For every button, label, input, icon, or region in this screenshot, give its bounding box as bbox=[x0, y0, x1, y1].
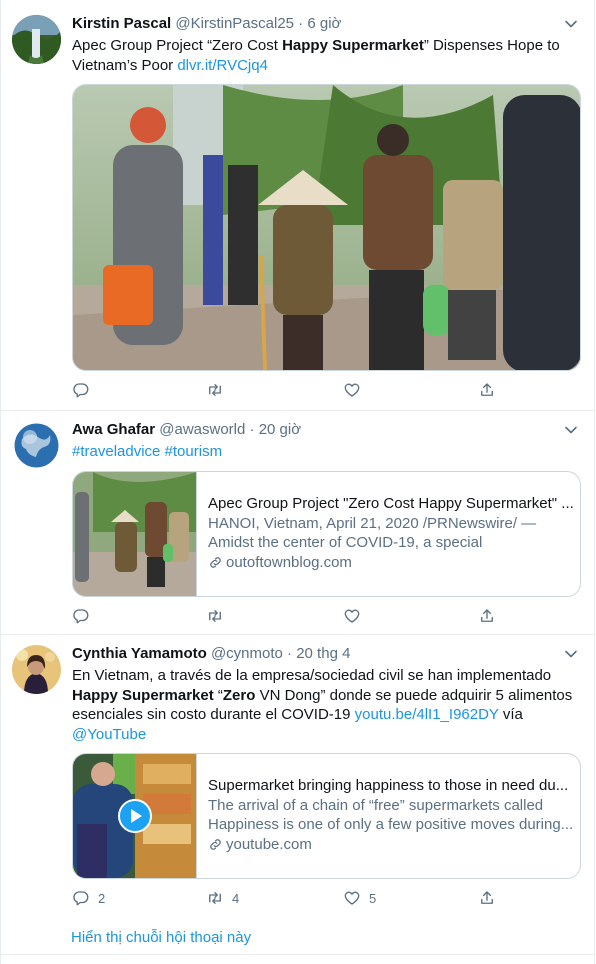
tweet-awa[interactable]: Awa Ghafar @awasworld · 20 giờ #travelad… bbox=[1, 411, 594, 635]
author-name[interactable]: Cynthia Yamamoto bbox=[72, 645, 207, 662]
avatar[interactable] bbox=[12, 421, 61, 470]
tweet-time[interactable]: 20 thg 4 bbox=[296, 645, 350, 662]
tweet-text-line: Happy Supermarket “Zero VN Dong” donde s… bbox=[72, 686, 587, 706]
retweet-button[interactable] bbox=[206, 380, 224, 400]
link-card[interactable]: Supermarket bringing happiness to those … bbox=[72, 753, 581, 879]
card-domain-text: youtube.com bbox=[226, 835, 312, 853]
avatar[interactable] bbox=[12, 645, 61, 694]
link-card[interactable]: Apec Group Project "Zero Cost Happy Supe… bbox=[72, 471, 581, 597]
like-count: 5 bbox=[369, 890, 377, 906]
share-button[interactable] bbox=[478, 606, 496, 626]
tweet-text-part: VN Dong” donde se puede adquirir 5 alime… bbox=[255, 686, 573, 704]
author-handle[interactable]: @awasworld bbox=[159, 421, 245, 438]
share-button[interactable] bbox=[478, 380, 496, 400]
tweet-text: En Vietnam, a través de la empresa/socie… bbox=[72, 666, 587, 744]
card-title: Apec Group Project "Zero Cost Happy Supe… bbox=[208, 495, 574, 512]
share-button[interactable] bbox=[478, 888, 496, 908]
reply-button[interactable] bbox=[72, 606, 90, 626]
tweet-link[interactable]: youtu.be/4lI1_I962DY bbox=[355, 706, 499, 723]
reply-icon bbox=[73, 609, 89, 624]
card-title: Supermarket bringing happiness to those … bbox=[208, 777, 569, 794]
like-button[interactable] bbox=[343, 606, 361, 626]
tweet-text-bold: Zero bbox=[222, 686, 256, 704]
reply-icon bbox=[73, 891, 89, 906]
tweet-header: Kirstin Pascal @KirstinPascal25 · 6 giờ bbox=[72, 14, 341, 34]
divider bbox=[1, 954, 594, 955]
share-icon bbox=[481, 609, 493, 622]
tweet-text-part: “ bbox=[213, 686, 223, 704]
retweet-button[interactable] bbox=[206, 606, 224, 626]
tweet-text-part: vía bbox=[498, 706, 523, 723]
retweet-icon bbox=[209, 610, 221, 622]
card-description: HANOI, Vietnam, April 21, 2020 /PRNewswi… bbox=[208, 514, 537, 552]
reply-count: 2 bbox=[98, 890, 106, 906]
tweet-text-line: En Vietnam, a través de la empresa/socie… bbox=[72, 667, 552, 684]
timeline: Kirstin Pascal @KirstinPascal25 · 6 giờ … bbox=[0, 0, 596, 964]
tweet-time[interactable]: 20 giờ bbox=[259, 421, 301, 438]
card-domain: outoftownblog.com bbox=[208, 553, 574, 573]
hashtags[interactable]: #traveladvice #tourism bbox=[72, 443, 222, 460]
reply-icon bbox=[73, 383, 89, 398]
tweet-photo[interactable] bbox=[72, 84, 581, 371]
card-body: Supermarket bringing happiness to those … bbox=[208, 776, 574, 854]
tweet-cynthia[interactable]: Cynthia Yamamoto @cynmoto · 20 thg 4 En … bbox=[1, 635, 594, 955]
card-domain: youtube.com bbox=[208, 835, 574, 855]
retweet-button[interactable]: 4 bbox=[206, 888, 239, 908]
tweet-actions: 2 4 5 bbox=[72, 888, 512, 908]
author-name[interactable]: Kirstin Pascal bbox=[72, 15, 171, 32]
share-icon bbox=[481, 383, 493, 396]
column-border-right bbox=[594, 0, 595, 964]
retweet-icon bbox=[209, 384, 221, 396]
like-icon bbox=[344, 383, 360, 397]
tweet-text-part: esenciales sin costo durante el COVID-19 bbox=[72, 706, 355, 723]
separator-dot: · bbox=[298, 15, 304, 32]
tweet-text-bold: Happy Supermarket bbox=[72, 686, 214, 704]
author-handle[interactable]: @cynmoto bbox=[211, 645, 283, 662]
chevron-down-icon[interactable] bbox=[563, 646, 579, 662]
link-icon bbox=[210, 557, 221, 568]
like-button[interactable] bbox=[343, 380, 361, 400]
tweet-time[interactable]: 6 giờ bbox=[307, 15, 341, 32]
card-body: Apec Group Project "Zero Cost Happy Supe… bbox=[208, 494, 574, 572]
tweet-link[interactable]: dlvr.it/RVCjq4 bbox=[177, 57, 268, 74]
author-handle[interactable]: @KirstinPascal25 bbox=[175, 15, 294, 32]
card-thumbnail bbox=[73, 472, 197, 596]
tweet-text-bold: Happy Supermarket bbox=[282, 37, 424, 54]
share-icon bbox=[481, 891, 493, 904]
card-description: The arrival of a chain of “free” superma… bbox=[208, 796, 574, 834]
link-icon bbox=[210, 839, 221, 850]
tweet-actions bbox=[72, 380, 512, 400]
tweet-header: Cynthia Yamamoto @cynmoto · 20 thg 4 bbox=[72, 644, 350, 664]
tweet-text-line: esenciales sin costo durante el COVID-19… bbox=[72, 705, 587, 725]
avatar[interactable] bbox=[12, 15, 61, 64]
card-domain-text: outoftownblog.com bbox=[226, 553, 352, 571]
mention-link[interactable]: @YouTube bbox=[72, 726, 146, 743]
tweet-header: Awa Ghafar @awasworld · 20 giờ bbox=[72, 420, 301, 440]
tweet-text-line: @YouTube bbox=[72, 725, 587, 745]
reply-button[interactable] bbox=[72, 380, 90, 400]
chevron-down-icon[interactable] bbox=[563, 422, 579, 438]
play-icon[interactable] bbox=[118, 799, 152, 833]
tweet-actions bbox=[72, 606, 512, 626]
chevron-down-icon[interactable] bbox=[563, 16, 579, 32]
tweet-text-part: Apec Group Project “Zero Cost bbox=[72, 37, 283, 54]
separator-dot: · bbox=[287, 645, 293, 662]
reply-button[interactable]: 2 bbox=[72, 888, 105, 908]
like-icon bbox=[344, 891, 360, 905]
like-button[interactable]: 5 bbox=[343, 888, 376, 908]
tweet-text: #traveladvice #tourism bbox=[72, 442, 582, 462]
card-thumbnail bbox=[73, 754, 197, 878]
author-name[interactable]: Awa Ghafar bbox=[72, 421, 155, 438]
tweet-text: Apec Group Project “Zero Cost Happy Supe… bbox=[72, 36, 582, 75]
show-thread-link[interactable]: Hiển thị chuỗi hội thoại này bbox=[71, 928, 251, 948]
like-icon bbox=[344, 609, 360, 623]
retweet-count: 4 bbox=[232, 890, 240, 906]
tweet-kirstin[interactable]: Kirstin Pascal @KirstinPascal25 · 6 giờ … bbox=[1, 5, 594, 411]
separator-dot: · bbox=[249, 421, 255, 438]
retweet-icon bbox=[209, 892, 221, 904]
